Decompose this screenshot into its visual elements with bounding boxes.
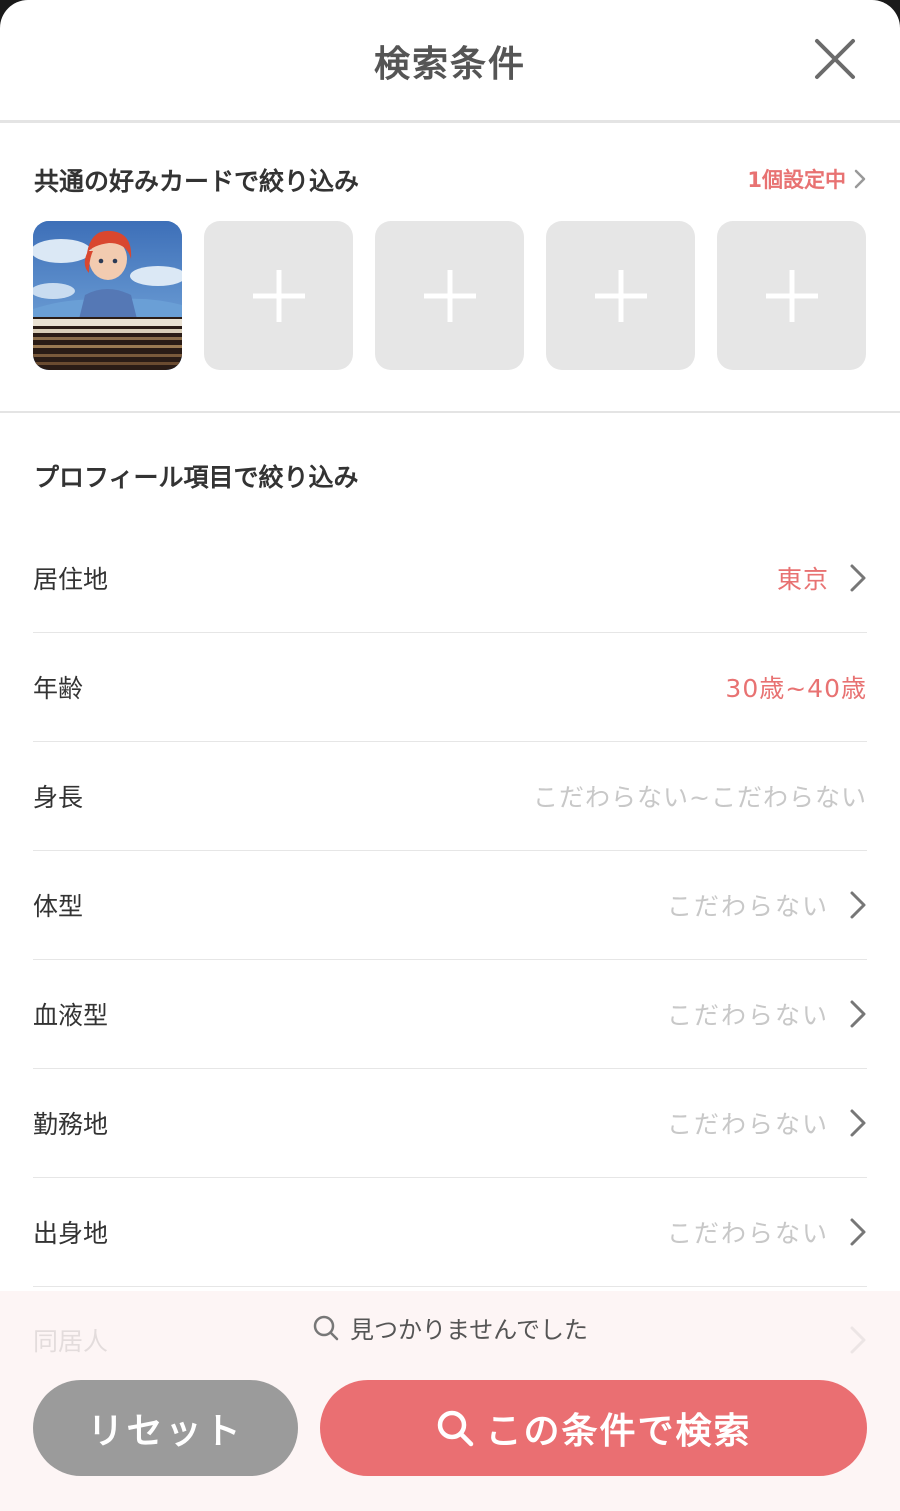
reset-button-label: リセット — [87, 1411, 244, 1452]
row-label: 出身地 — [33, 1219, 109, 1248]
filter-row-hometown[interactable]: 出身地 こだわらない — [33, 1178, 867, 1287]
card-list — [33, 221, 866, 370]
section-divider — [0, 411, 900, 413]
card-status-link[interactable]: 1個設定中 — [747, 164, 866, 194]
result-notice: 見つかりませんでした — [0, 1310, 900, 1345]
preference-card-image[interactable] — [33, 221, 182, 370]
profile-section-title: プロフィール項目で絞り込み — [34, 463, 359, 492]
chevron-right-icon — [850, 564, 866, 592]
header-divider — [0, 120, 900, 123]
filter-row-workplace[interactable]: 勤務地 こだわらない — [33, 1069, 867, 1178]
add-card-button[interactable] — [717, 221, 866, 370]
filter-row-residence[interactable]: 居住地 東京 — [33, 524, 867, 633]
plus-icon — [252, 269, 305, 322]
add-card-button[interactable] — [204, 221, 353, 370]
row-label: 血液型 — [33, 1001, 109, 1030]
chevron-right-icon — [850, 1109, 866, 1137]
chevron-right-icon — [850, 1218, 866, 1246]
card-section-title: 共通の好みカードで絞り込み — [34, 167, 360, 196]
add-card-button[interactable] — [546, 221, 695, 370]
row-value: 東京 — [776, 565, 829, 594]
row-label: 体型 — [33, 892, 84, 921]
add-card-button[interactable] — [375, 221, 524, 370]
row-value: こだわらない — [666, 1001, 829, 1030]
filter-row-height[interactable]: 身長 こだわらない~こだわらない — [33, 742, 867, 851]
plus-icon — [594, 269, 647, 322]
search-icon — [438, 1410, 474, 1447]
chevron-right-icon — [850, 1000, 866, 1028]
plus-icon — [423, 269, 476, 322]
close-icon[interactable] — [812, 36, 858, 82]
row-label: 年齢 — [33, 674, 84, 703]
row-label: 身長 — [33, 783, 84, 812]
result-notice-text: 見つかりませんでした — [349, 1316, 589, 1344]
card-status-text: 1個設定中 — [747, 168, 846, 192]
chevron-right-icon — [850, 891, 866, 919]
row-label: 勤務地 — [33, 1110, 109, 1139]
search-button-label: この条件で検索 — [485, 1411, 752, 1452]
filter-row-blood-type[interactable]: 血液型 こだわらない — [33, 960, 867, 1069]
chevron-right-icon — [854, 169, 866, 189]
row-value: こだわらない — [666, 1110, 829, 1139]
profile-filter-list: 居住地 東京 年齢 30歳~40歳 身長 こだわらない~こだわらない 体型 こだ… — [33, 524, 867, 1287]
header: 検索条件 — [0, 0, 900, 121]
search-conditions-sheet: 検索条件 共通の好みカードで絞り込み 1個設定中 プロフィール項目で絞り込み 居… — [0, 0, 900, 1511]
plus-icon — [765, 269, 818, 322]
row-value: こだわらない — [666, 892, 829, 921]
row-value: こだわらない~こだわらない — [533, 783, 867, 812]
anime-image — [33, 221, 182, 370]
row-value: こだわらない — [666, 1219, 829, 1248]
filter-row-age[interactable]: 年齢 30歳~40歳 — [33, 633, 867, 742]
search-button[interactable]: この条件で検索 — [320, 1380, 867, 1476]
page-title: 検索条件 — [373, 43, 526, 85]
reset-button[interactable]: リセット — [33, 1380, 298, 1476]
row-label: 居住地 — [33, 565, 109, 594]
filter-row-body-type[interactable]: 体型 こだわらない — [33, 851, 867, 960]
search-icon — [313, 1315, 339, 1340]
row-value: 30歳~40歳 — [725, 674, 867, 703]
